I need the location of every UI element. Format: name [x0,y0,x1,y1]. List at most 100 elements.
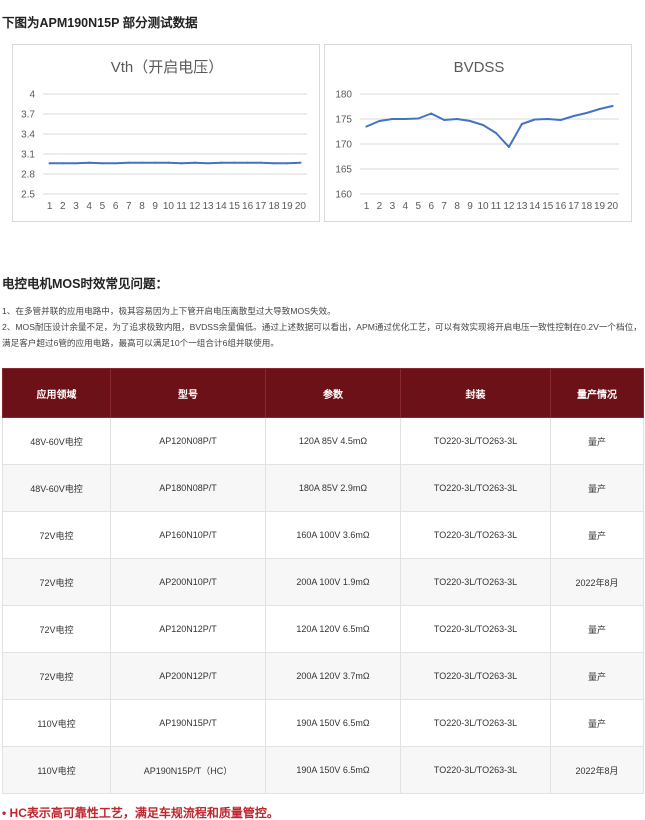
cell-model: AP180N08P/T [110,464,266,512]
cell-params: 160A 100V 3.6mΩ [265,511,401,559]
data-point [365,125,368,128]
table-row: 48V-60V电控 AP120N08P/T 120A 85V 4.5mΩ TO220-… [2,417,644,465]
data-point [482,124,485,126]
data-point [273,162,275,165]
cell-status: 2022年8月 [550,746,644,794]
data-point [520,123,523,125]
cell-model: AP120N12P/T [110,605,266,653]
cell-status: 量产 [550,652,644,700]
x-tick-label: 18 [581,201,593,212]
x-tick-label: 10 [163,201,175,212]
data-point [88,161,91,164]
data-point [533,118,536,121]
y-tick-label: 2.5 [21,190,35,201]
data-point [611,105,614,107]
col-header-application: 应用领域 [2,368,111,418]
cell-package: TO220-3L/TO263-3L [400,605,551,653]
x-tick-label: 11 [491,201,502,212]
x-tick-label: 1 [47,201,53,212]
cell-model: AP190N15P/T（HC） [110,746,266,794]
cell-params: 200A 120V 3.7mΩ [265,652,401,700]
section-heading-problems: 电控电机MOS时效常见问题： [2,277,168,291]
data-point [114,162,117,165]
x-tick-label: 12 [189,201,201,212]
cell-params: 200A 100V 1.9mΩ [265,558,401,606]
cell-application: 48V-60V电控 [2,417,111,465]
bvdss-chart: BVDSS 160 165 170 175 180 1 2 3 4 5 6 7 8 9 10 11 12 13 14 1… [324,44,632,222]
data-point [546,118,549,120]
footnote: • HC表示高可靠性工艺，满足车规流程和质量管控。 [2,806,279,820]
cell-status: 2022年8月 [550,558,644,606]
x-tick-label: 9 [152,201,158,212]
col-header-params: 参数 [265,368,401,418]
cell-application: 48V-60V电控 [2,464,111,512]
vth-chart-svg: Vth（开启电压）2.52.83.13.43.741 2 3 4 5 6 7 8 9 10 11 12… [21,59,307,212]
table-row: 110V电控 AP190N15P/T（HC） 190A 150V 6.5mΩ TO22… [2,746,644,794]
data-point [259,161,262,164]
data-point [430,112,433,115]
data-point [443,119,446,121]
data-point [246,161,249,164]
x-tick-label: 8 [454,201,460,212]
x-tick-label: 17 [255,201,267,212]
data-point [180,162,183,165]
x-tick-label: 3 [390,201,396,212]
x-tick-label: 16 [242,201,254,212]
x-tick-label: 18 [268,201,280,212]
x-tick-label: 7 [441,201,447,212]
data-point [598,108,601,110]
x-tick-label: 3 [73,201,79,212]
vth-chart: Vth（开启电压） 2.5 2.8 3.1 3.4 3.7 4 1 2 3 4 5 6 7 8 9 10 11 12… [12,44,320,222]
chart-title: Vth（开启电压） [111,59,224,76]
cell-status: 量产 [550,699,644,747]
data-point [207,162,209,165]
y-tick-label: 3.1 [21,150,35,161]
x-tick-label: 19 [594,201,606,212]
y-tick-label: 170 [335,140,352,151]
cell-status: 量产 [550,417,644,465]
data-point [286,162,289,165]
bvdss-chart-svg: BVDSS1601651701751801 2 3 4 5 6 7 8 9 10 11 12 13 14 1… [335,59,619,212]
cell-application: 72V电控 [2,511,111,559]
cell-params: 190A 150V 6.5mΩ [265,746,401,794]
y-tick-label: 180 [335,90,352,101]
cell-model: AP190N15P/T [110,699,266,747]
x-tick-label: 5 [415,201,421,212]
cell-params: 180A 85V 2.9mΩ [265,464,401,512]
table-row: 72V电控 AP200N10P/T 200A 100V 1.9mΩ TO220-3L/… [2,558,644,606]
note-item: 1、在多管并联的应用电路中，极其容易因为上下管开启电压离散型过大导致MOS失效。 [2,306,336,316]
data-point [193,161,196,164]
x-tick-label: 15 [542,201,554,212]
cell-application: 72V电控 [2,558,111,606]
cell-package: TO220-3L/TO263-3L [400,699,551,747]
cell-application: 72V电控 [2,652,111,700]
cell-package: TO220-3L/TO263-3L [400,746,551,794]
col-header-status: 量产情况 [550,368,644,418]
y-tick-label: 4 [29,90,35,101]
x-tick-label: 17 [568,201,580,212]
data-point [75,162,77,165]
x-tick-label: 14 [529,201,541,212]
series-line [365,105,614,148]
data-point [469,120,472,122]
x-tick-label: 6 [113,201,119,212]
table-header-row: 应用领域 型号 参数 封装 量产情况 [2,368,644,418]
data-point [127,161,130,164]
cell-package: TO220-3L/TO263-3L [400,558,551,606]
x-tick-label: 14 [216,201,228,212]
x-tick-label: 13 [516,201,528,212]
data-point [417,117,420,120]
data-point [299,161,302,164]
cell-params: 120A 120V 6.5mΩ [265,605,401,653]
x-tick-label: 13 [202,201,214,212]
y-tick-label: 165 [335,165,352,176]
data-point [141,161,143,164]
table-row: 48V-60V电控 AP180N08P/T 180A 85V 2.9mΩ TO220-… [2,464,644,512]
series-line [48,161,302,165]
cell-application: 110V电控 [2,746,111,794]
x-tick-label: 5 [100,201,106,212]
col-header-package: 封装 [400,368,551,418]
data-point [48,162,51,165]
cell-package: TO220-3L/TO263-3L [400,464,551,512]
cell-application: 72V电控 [2,605,111,653]
